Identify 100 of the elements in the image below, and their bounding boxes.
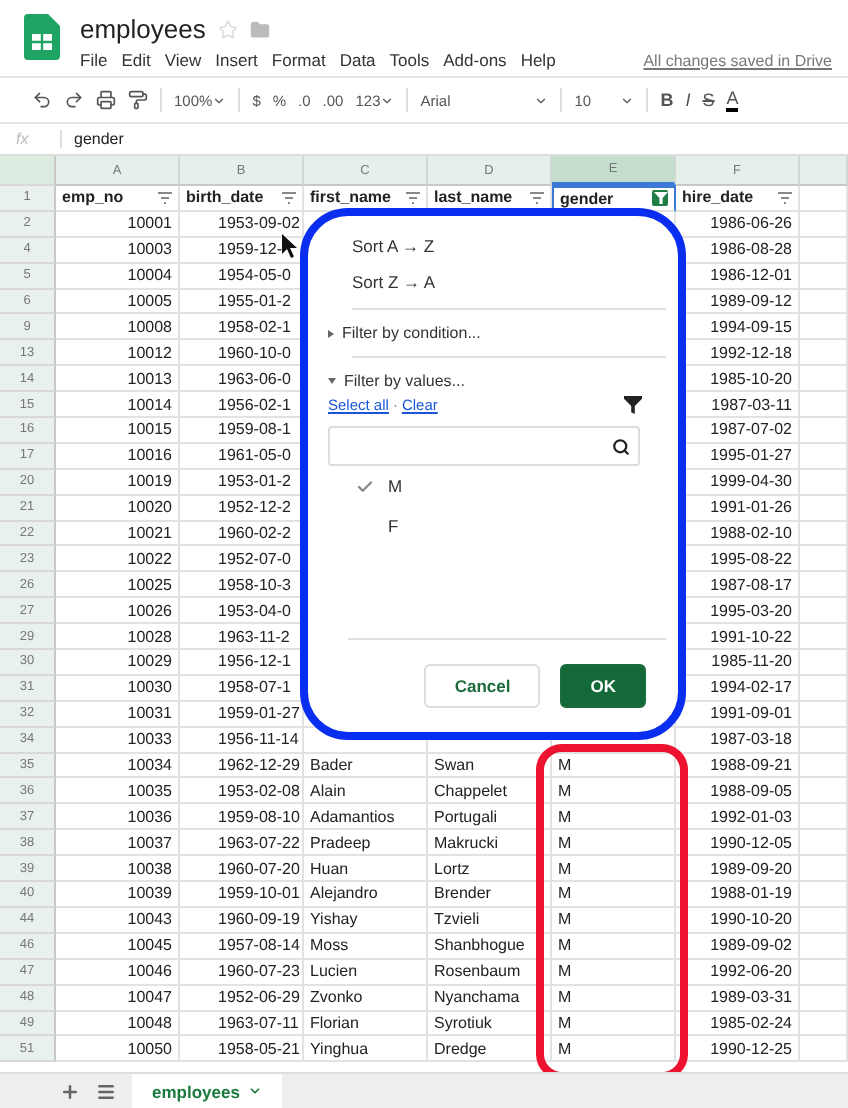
header-text: gender	[560, 189, 614, 208]
table-cell	[800, 443, 848, 470]
search-field[interactable]	[328, 426, 640, 466]
table-cell: 1989-09-02	[676, 933, 800, 960]
table-cell: 10015	[56, 418, 180, 444]
table-cell	[800, 701, 848, 728]
table-cell: Syrotiuk	[428, 1011, 552, 1037]
header-cell[interactable]: birth_date	[180, 186, 304, 212]
table-cell: 1990-12-05	[676, 830, 800, 857]
table-cell: 10033	[56, 727, 180, 754]
table-cell	[800, 598, 848, 625]
table-cell: 10020	[56, 495, 180, 522]
save-status-link[interactable]: All changes saved in Drive	[643, 51, 832, 69]
caret-icon	[247, 1084, 262, 1098]
table-cell: 1963-07-22	[180, 830, 304, 857]
table-cell	[800, 572, 848, 599]
table-cell: 10003	[56, 237, 180, 264]
table-cell: Pradeep	[304, 830, 428, 857]
formula-field[interactable]: gender	[62, 130, 124, 148]
star-icon[interactable]	[217, 19, 238, 39]
table-cell: 1988-01-19	[676, 882, 800, 908]
corner-cell[interactable]	[0, 156, 56, 186]
table-cell	[800, 624, 848, 651]
undo-icon[interactable]	[32, 90, 52, 110]
table-cell: 10025	[56, 572, 180, 599]
spreadsheet-logo-icon[interactable]	[24, 14, 60, 60]
strikethrough-button[interactable]: S	[702, 90, 715, 110]
table-cell: M	[552, 856, 676, 883]
table-cell	[800, 1036, 848, 1063]
bold-button[interactable]: B	[660, 90, 674, 110]
table-cell: 10039	[56, 882, 180, 908]
table-cell: Swan	[428, 753, 552, 779]
menu-item[interactable]: File	[80, 50, 108, 70]
table-cell: Makrucki	[428, 830, 552, 857]
table-cell: M	[552, 907, 676, 934]
header-cell[interactable]: hire_date	[676, 186, 800, 212]
table-cell: 1989-03-31	[676, 985, 800, 1011]
menu-item[interactable]: Help	[520, 50, 556, 70]
table-cell: 10029	[56, 650, 180, 676]
menu-item[interactable]: Edit	[121, 50, 151, 70]
italic-button[interactable]: I	[685, 90, 691, 110]
table-cell: 10013	[56, 366, 180, 393]
menu-item[interactable]: Tools	[389, 50, 430, 70]
add-sheet-icon[interactable]	[60, 1081, 80, 1101]
table-cell	[800, 675, 848, 702]
text-color-button[interactable]: A	[726, 88, 739, 112]
header-text: last_name	[434, 188, 513, 207]
check-icon	[356, 477, 374, 495]
menu-item[interactable]: Data	[339, 50, 376, 70]
sheet-tab[interactable]: employees	[132, 1074, 282, 1108]
value-option[interactable]: F	[328, 506, 666, 546]
sort-option[interactable]: Sort Z → A	[328, 264, 666, 300]
table-cell: 1953-09-02	[180, 211, 304, 238]
table-cell	[800, 856, 848, 883]
table-cell	[800, 186, 848, 212]
table-cell	[800, 830, 848, 857]
table-cell: M	[552, 985, 676, 1011]
filter-section-toggle[interactable]: Filter by condition...	[328, 318, 666, 348]
table-cell: Lortz	[428, 856, 552, 883]
table-cell: 1960-07-20	[180, 856, 304, 883]
table-cell: Brender	[428, 882, 552, 908]
header-text: first_name	[310, 188, 391, 207]
header-cell[interactable]: emp_no	[56, 186, 180, 212]
document-title[interactable]: employees	[80, 14, 206, 44]
filter-icon[interactable]	[624, 396, 642, 414]
chevron-down-icon	[212, 93, 227, 107]
table-cell: 10001	[56, 211, 180, 238]
paint-roller-icon[interactable]	[128, 90, 148, 110]
table-cell: Huan	[304, 856, 428, 883]
cancel-button[interactable]: Cancel	[424, 664, 541, 708]
table-cell: M	[552, 933, 676, 960]
folder-icon[interactable]	[249, 19, 270, 39]
table-cell: 1985-02-24	[676, 1011, 800, 1037]
value-option[interactable]: M	[328, 466, 666, 506]
table-cell: 10016	[56, 443, 180, 470]
menu-item[interactable]: Add-ons	[443, 50, 507, 70]
table-cell	[800, 340, 848, 367]
redo-icon[interactable]	[64, 90, 84, 110]
table-cell: M	[552, 804, 676, 831]
table-cell: 10028	[56, 624, 180, 651]
table-cell: 10050	[56, 1036, 180, 1063]
table-cell	[800, 778, 848, 805]
table-cell	[800, 289, 848, 315]
table-cell: Yinghua	[304, 1036, 428, 1063]
sheet-list-icon[interactable]	[96, 1081, 116, 1101]
table-cell: Nyanchama	[428, 985, 552, 1011]
menu-item[interactable]: View	[164, 50, 202, 70]
menu-item[interactable]: Insert	[215, 50, 258, 70]
menu-item[interactable]: Format	[271, 50, 326, 70]
filter-section-toggle[interactable]: Filter by values...	[328, 366, 666, 396]
sort-option[interactable]: Sort A → Z	[328, 228, 666, 264]
print-icon[interactable]	[96, 90, 116, 110]
table-cell: Yishay	[304, 907, 428, 934]
table-cell: 10031	[56, 701, 180, 728]
table-cell: 10004	[56, 263, 180, 290]
ok-button[interactable]: OK	[560, 664, 646, 708]
table-cell	[800, 985, 848, 1011]
table-cell: 10014	[56, 392, 180, 419]
table-cell: 10046	[56, 959, 180, 986]
table-cell	[800, 959, 848, 986]
